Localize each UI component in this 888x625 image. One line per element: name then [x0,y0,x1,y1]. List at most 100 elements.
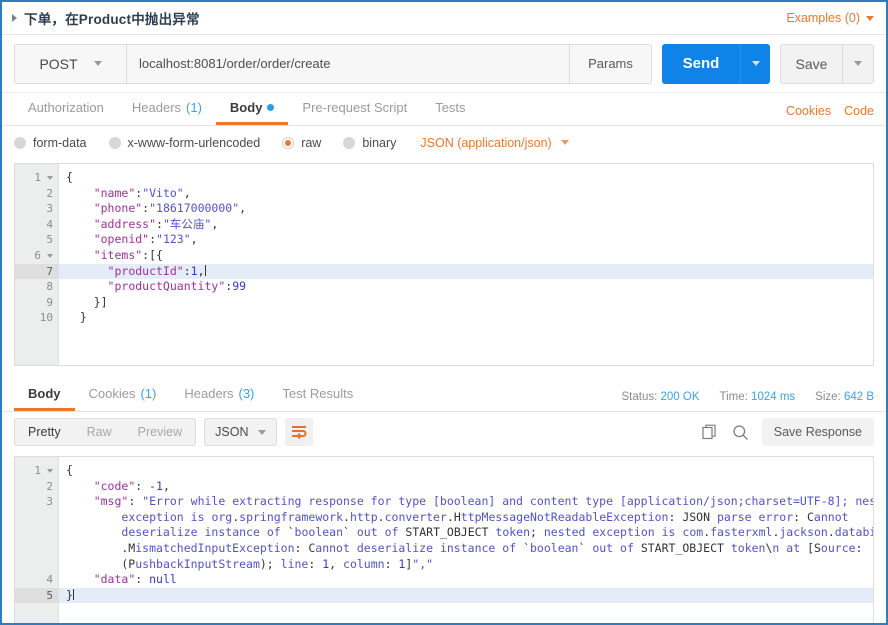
response-format-dropdown[interactable]: JSON [204,418,278,446]
radio-icon [343,136,356,149]
size-value: 642 B [843,391,874,403]
line-number: 5 [15,587,58,604]
text-caret [204,264,206,276]
radio-icon [14,136,26,149]
collapse-triangle-icon[interactable] [12,14,17,22]
url-input[interactable] [126,43,570,84]
tab-count: (1) [186,100,202,115]
content-type-label: JSON (application/json) [420,135,552,150]
line-number: 8 [46,280,53,294]
status-label: Status: [621,391,658,403]
response-tab-bar: Body Cookies (1) Headers (3) Test Result… [2,376,886,412]
line-number: 1 [15,463,58,479]
tab-label: Body [28,386,61,401]
size-badge: Size: 642 B [815,391,874,403]
line-number [15,525,58,541]
request-tabs-actions: Cookies Code [786,104,874,125]
tab-pre-request-script[interactable]: Pre-request Script [288,93,421,125]
radio-icon [108,136,121,149]
method-selector[interactable]: POST [14,43,126,84]
tab-body[interactable]: Body [215,93,289,125]
save-button[interactable]: Save [780,43,842,84]
response-tab-headers[interactable]: Headers (3) [170,379,268,411]
body-type-urlencoded[interactable]: x-www-form-urlencoded [108,136,260,150]
view-raw-button[interactable]: Raw [74,419,125,445]
time-badge: Time: 1024 ms [720,391,796,403]
params-button[interactable]: Params [570,43,652,84]
send-button[interactable]: Send [662,43,740,84]
tab-tests[interactable]: Tests [421,93,479,125]
response-tab-test-results[interactable]: Test Results [268,379,367,411]
body-type-row: form-data x-www-form-urlencoded raw bina… [2,126,886,159]
examples-label: Examples (0) [786,11,860,25]
code-line: (PushbackInputStream); line: 1, column: … [66,556,434,571]
word-wrap-icon [292,426,307,439]
code-line: "data": null [93,572,177,587]
chevron-down-icon [854,61,862,66]
save-button-group: Save [780,43,874,84]
code-line: .MismatchedInputException: Cannot deseri… [66,540,863,555]
tab-label: Headers [184,386,234,401]
request-code-area[interactable]: { "name":"Vito", "phone":"18617000000", … [59,164,873,365]
request-gutter: 1 2 3 4 5 6 7 8 9 10 [15,164,59,365]
size-label: Size: [815,391,841,403]
body-type-raw[interactable]: raw [282,136,321,150]
tab-label: Authorization [28,100,104,115]
send-button-group: Send [662,43,770,84]
code-line: }] [66,294,108,309]
response-tab-cookies[interactable]: Cookies (1) [75,379,171,411]
tab-authorization[interactable]: Authorization [14,93,118,125]
response-meta: Status: 200 OK Time: 1024 ms Size: 642 B [622,391,875,411]
response-view-switcher: Pretty Raw Preview [14,418,197,446]
content-type-dropdown[interactable]: JSON (application/json) [420,135,569,150]
fold-triangle-icon[interactable] [47,468,53,473]
code-line: } [59,587,873,604]
chevron-down-icon [258,429,267,435]
body-type-form-data[interactable]: form-data [14,136,87,150]
tab-headers[interactable]: Headers (1) [118,93,216,125]
save-options-button[interactable] [842,43,874,84]
code-link[interactable]: Code [844,104,874,118]
fold-triangle-icon[interactable] [47,175,53,180]
method-label: POST [39,55,78,72]
page-title: 下单，在Product中抛出异常 [24,12,200,27]
response-tab-body[interactable]: Body [14,379,75,411]
chevron-down-icon [751,61,760,66]
line-number: 4 [46,573,53,587]
chevron-down-icon [866,15,874,21]
code-line: "name":"Vito", [93,185,191,200]
code-line: { [66,170,73,184]
status-badge: Status: 200 OK [622,391,700,403]
line-number [15,510,58,526]
response-code-area[interactable]: { "code": -1, "msg": "Error while extrac… [59,457,873,623]
body-type-label: binary [362,135,397,150]
body-type-binary[interactable]: binary [343,136,396,150]
send-options-button[interactable] [740,43,770,84]
copy-icon[interactable] [702,424,719,441]
tab-count: (3) [238,386,255,401]
line-number [15,557,58,573]
params-label: Params [588,56,633,71]
code-line: } [66,310,87,325]
time-label: Time: [719,391,748,403]
save-response-button[interactable]: Save Response [761,418,874,446]
view-preview-button[interactable]: Preview [125,419,195,445]
response-body-viewer[interactable]: 12 3 45 { "code": -1, "msg": "Error while… [14,456,874,623]
word-wrap-toggle[interactable] [285,418,314,446]
tab-label: Tests [435,100,466,115]
response-gutter: 12 3 45 [15,457,59,623]
response-toolbar-actions: Save Response [702,418,874,446]
chevron-down-icon [93,61,102,66]
status-value: 200 OK [660,391,700,403]
line-number: 2 [46,186,53,200]
view-pretty-button[interactable]: Pretty [15,419,74,445]
line-number: 3 [46,495,53,509]
code-line: { [66,463,73,477]
examples-dropdown[interactable]: Examples (0) [786,11,874,25]
code-line: exception is org.springframework.http.co… [121,509,849,524]
cookies-link[interactable]: Cookies [786,104,831,118]
search-icon[interactable] [732,424,749,441]
body-modified-dot-icon [267,104,275,111]
request-body-editor[interactable]: 1 2 3 4 5 6 7 8 9 10 { "name":"Vito", "phone":"18… [14,163,874,366]
fold-triangle-icon[interactable] [47,253,53,258]
